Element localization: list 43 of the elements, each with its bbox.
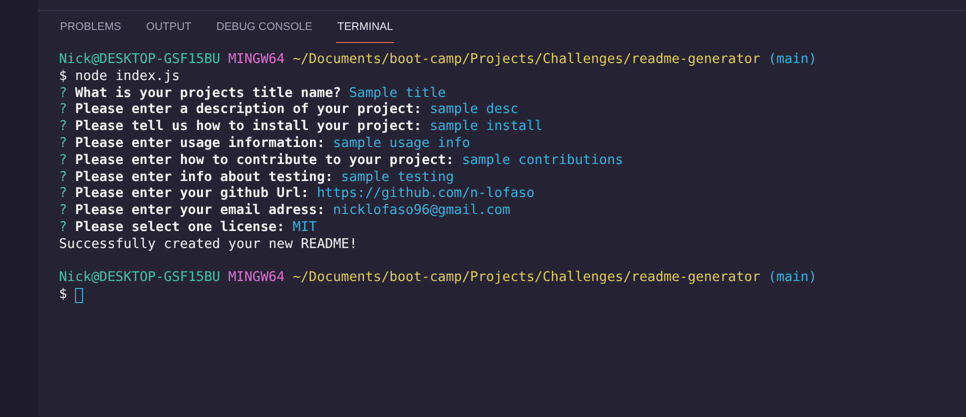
prompt-symbol: $ [59, 68, 68, 86]
panel-tab[interactable]: PROBLEMS [59, 11, 122, 43]
panel-tab[interactable]: OUTPUT [145, 11, 192, 43]
question-text: Please select one license: [75, 220, 285, 237]
question-text: Please enter a description of your project: [75, 102, 422, 119]
question-mark: ? [59, 86, 68, 102]
answer-text: https://github.com/n-lofaso [316, 186, 535, 204]
question-text: What is your projects title name? [75, 86, 342, 102]
answer-text: sample contributions [462, 152, 624, 170]
question-mark: ? [59, 220, 68, 237]
terminal-system: MINGW64 [228, 270, 285, 288]
panel-tab[interactable]: DEBUG CONSOLE [215, 11, 314, 43]
terminal-path: ~/Documents/boot-camp/Projects/Challenges/readme-generator [292, 52, 760, 69]
question-mark: ? [59, 102, 68, 120]
answer-text: MIT [292, 220, 317, 237]
answer-text: sample usage info [332, 136, 470, 153]
prompt-symbol: $ [59, 287, 68, 304]
answer-text: sample testing [341, 170, 454, 186]
answer-text: sample install [430, 119, 543, 136]
question-mark: ? [59, 170, 68, 186]
question-text: Please enter your github Url: [75, 186, 309, 203]
panel-tab[interactable]: TERMINAL [336, 11, 394, 43]
question-mark: ? [59, 203, 68, 220]
question-text: Please enter your email adress: [75, 203, 325, 220]
terminal-branch: (main) [768, 270, 817, 288]
question-mark: ? [59, 152, 68, 170]
question-text: Please tell us how to install your project: [75, 119, 422, 136]
question-text: Please enter how to contribute to your project: [75, 152, 454, 170]
terminal-user-host: Nick@DESKTOP-GSF15BU [59, 270, 220, 288]
terminal-system: MINGW64 [228, 52, 285, 69]
question-mark: ? [59, 186, 68, 204]
output-text: Successfully created your new README! [59, 236, 358, 254]
terminal-user-host: Nick@DESKTOP-GSF15BU [59, 52, 220, 69]
question-text: Please enter info about testing: [75, 170, 334, 186]
answer-text: nicklofaso96@gmail.com [332, 203, 510, 220]
terminal-branch: (main) [768, 52, 817, 69]
terminal-path: ~/Documents/boot-camp/Projects/Challenges/readme-generator [292, 270, 760, 288]
question-mark: ? [59, 119, 68, 136]
answer-text: sample desc [430, 102, 518, 120]
question-text: Please enter usage information: [75, 136, 325, 153]
answer-text: Sample title [349, 86, 446, 102]
question-mark: ? [59, 136, 68, 153]
terminal-command: node index.js [75, 68, 180, 86]
